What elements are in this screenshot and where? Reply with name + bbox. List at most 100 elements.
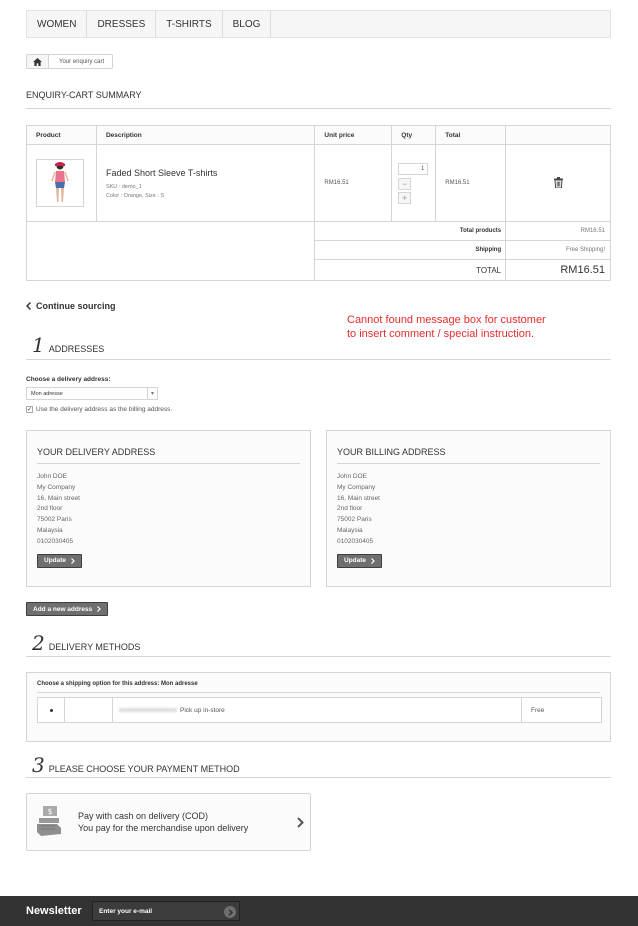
shipping-options-box: Choose a shipping option for this addres… [26, 672, 611, 742]
product-sku: SKU : demo_1 [105, 183, 142, 190]
same-billing-label: Use the delivery address as the billing … [36, 406, 173, 413]
newsletter-footer: Newsletter Enter your e-mail [0, 896, 638, 926]
step-payment-heading: 3 PLEASE CHOOSE YOUR PAYMENT METHOD [32, 753, 240, 777]
same-billing-checkbox[interactable]: ✓ [26, 406, 33, 413]
step-title: PLEASE CHOOSE YOUR PAYMENT METHOD [48, 764, 240, 774]
shipping-choose-label: Choose a shipping option for this addres… [37, 681, 198, 687]
step-number: 3 [32, 753, 45, 777]
cash-on-delivery-icon: $ [37, 806, 61, 836]
step-number: 1 [32, 333, 45, 357]
svg-text:$: $ [47, 807, 52, 816]
step-title: DELIVERY METHODS [48, 642, 141, 652]
home-icon [33, 57, 42, 66]
divider [26, 656, 611, 657]
step-title: ADDRESSES [48, 344, 105, 354]
shipping-option-label-cell: Pick up in-store [113, 698, 522, 722]
newsletter-title: Newsletter [26, 905, 82, 917]
address-line: 0102030405 [337, 537, 374, 545]
address-line: 16, Main street [337, 494, 380, 502]
update-label: Update [344, 557, 367, 565]
delivery-address-select[interactable]: Mon adresse ▾ [26, 387, 158, 400]
col-header-description: Description [95, 125, 316, 145]
address-line: John DOE [37, 473, 67, 480]
breadcrumb: Your enquiry cart [26, 54, 114, 69]
continue-sourcing-link[interactable]: Continue sourcing [26, 301, 116, 311]
newsletter-input-value: Enter your e-mail [99, 907, 153, 915]
trash-icon[interactable] [553, 176, 563, 188]
chevron-right-icon [227, 908, 233, 916]
qty-increase-button[interactable]: + [398, 191, 412, 204]
shipping-option-label: Pick up in-store [180, 706, 225, 714]
delivery-address-box: YOUR DELIVERY ADDRESS John DOE My Compan… [26, 430, 311, 587]
total-products-label: Total products [314, 221, 507, 241]
address-line: 16, Main street [37, 494, 80, 502]
annotation-note: Cannot found message box for customer to… [347, 313, 546, 341]
same-billing-option: ✓ Use the delivery address as the billin… [26, 406, 172, 413]
shipping-value: Free Shipping! [505, 240, 611, 260]
annotation-line-2: to insert comment / special instruction. [347, 328, 535, 340]
breadcrumb-current: Your enquiry cart [59, 58, 105, 65]
shipping-label: Shipping [314, 240, 507, 260]
choose-address-label: Choose a delivery address: [26, 376, 111, 383]
product-name[interactable]: Faded Short Sleeve T-shirts [106, 168, 314, 178]
divider [26, 108, 611, 109]
carrier-name-blurred [119, 708, 177, 712]
divider [37, 692, 600, 693]
shipping-option-price: Free [531, 706, 545, 714]
payment-option-description: You pay for the merchandise upon deliver… [78, 823, 249, 833]
nav-item-blog[interactable]: BLOG [223, 11, 272, 37]
add-new-address-button[interactable]: Add a new address [26, 602, 109, 616]
top-menu: WOMEN DRESSES T-SHIRTS BLOG [26, 10, 611, 38]
newsletter-submit-button[interactable] [224, 906, 236, 918]
add-address-label: Add a new address [33, 605, 93, 613]
select-value: Mon adresse [31, 390, 63, 397]
nav-item-dresses[interactable]: DRESSES [87, 11, 157, 37]
annotation-line-1: Cannot found message box for customer [347, 314, 546, 326]
address-line: My Company [337, 483, 376, 491]
address-line: 2nd floor [337, 505, 363, 513]
nav-item-tshirts[interactable]: T-SHIRTS [156, 11, 223, 37]
shipping-option-row[interactable]: Pick up in-store Free [37, 697, 602, 723]
shipping-radio[interactable] [38, 698, 65, 722]
chevron-down-icon: ▾ [147, 388, 157, 399]
address-line: Malaysia [337, 526, 363, 534]
update-delivery-address-button[interactable]: Update [37, 553, 83, 568]
address-line: My Company [37, 483, 76, 491]
col-header-actions [505, 125, 611, 145]
update-label: Update [44, 557, 67, 565]
address-line: Malaysia [37, 526, 63, 534]
cart-table: Product Description Unit price Qty Total [25, 125, 611, 281]
address-line: John DOE [337, 473, 367, 480]
product-thumbnail[interactable] [36, 159, 84, 207]
chevron-right-icon [371, 557, 375, 564]
total-products-value: RM16.51 [505, 221, 611, 241]
total-label: TOTAL [314, 259, 507, 281]
carrier-logo-cell [65, 698, 113, 722]
qty-decrease-button[interactable]: − [398, 177, 412, 190]
quantity-input[interactable]: 1 [398, 162, 429, 175]
col-header-unit-price: Unit price [314, 125, 393, 145]
cart-item-row: Faded Short Sleeve T-shirts SKU : demo_1… [26, 144, 611, 222]
update-billing-address-button[interactable]: Update [337, 553, 383, 568]
divider [26, 359, 611, 360]
delivery-address-title: YOUR DELIVERY ADDRESS [37, 431, 300, 464]
col-header-product: Product [26, 125, 97, 145]
address-line: 2nd floor [37, 505, 63, 513]
newsletter-email-input[interactable]: Enter your e-mail [92, 901, 240, 921]
line-total: RM16.51 [435, 144, 507, 222]
chevron-left-icon [26, 302, 31, 310]
product-image [51, 162, 69, 202]
chevron-right-icon [97, 606, 102, 612]
unit-price: RM16.51 [314, 144, 393, 222]
address-line: 0102030405 [37, 537, 74, 545]
total-value: RM16.51 [505, 259, 611, 281]
col-header-qty: Qty [391, 125, 437, 145]
payment-option-cod[interactable]: $ Pay with cash on delivery (COD) You pa… [26, 793, 311, 851]
address-line: 75002 Paris [37, 516, 72, 524]
payment-option-title: Pay with cash on delivery (COD) [78, 811, 209, 821]
chevron-right-icon [297, 816, 304, 828]
divider [26, 777, 611, 778]
continue-sourcing-label: Continue sourcing [36, 301, 116, 311]
breadcrumb-home[interactable] [27, 55, 49, 68]
nav-item-women[interactable]: WOMEN [27, 11, 88, 37]
